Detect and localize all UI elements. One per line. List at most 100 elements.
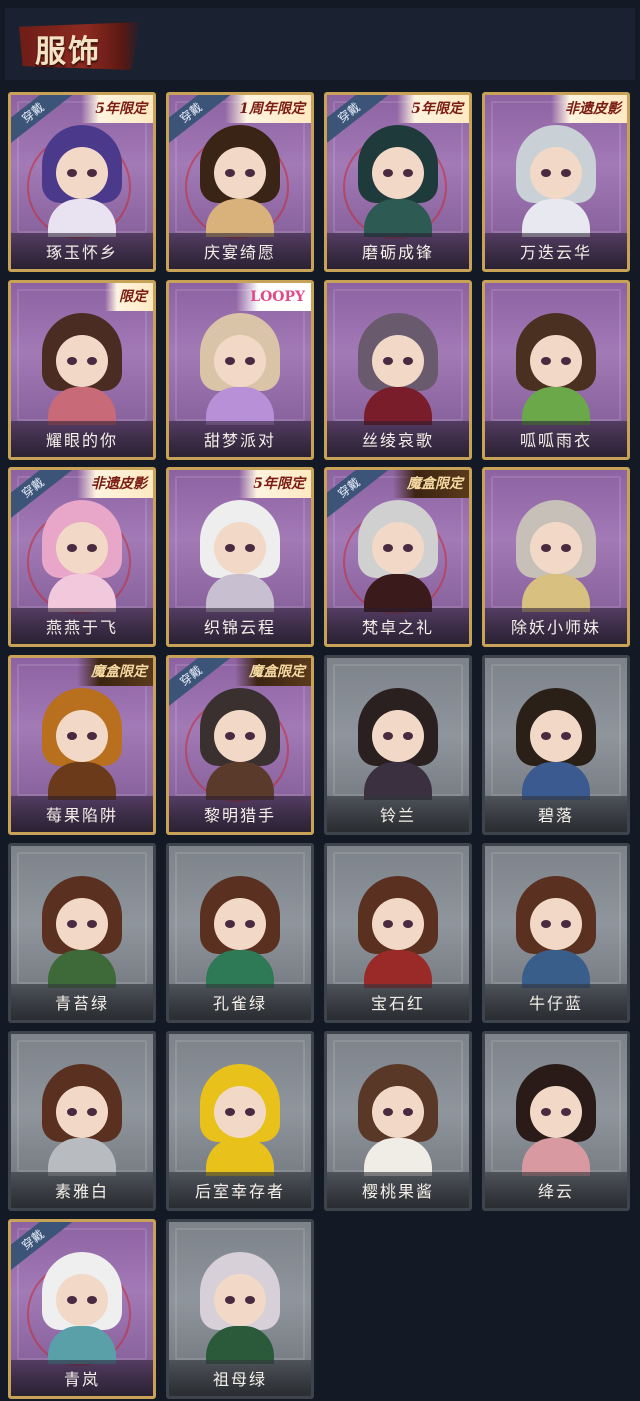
- outfit-name: 碧落: [485, 796, 627, 832]
- portrait-face: [214, 147, 266, 199]
- outfit-card[interactable]: 非遗皮影 万迭云华: [482, 92, 630, 272]
- outfit-card[interactable]: 牛仔蓝: [482, 843, 630, 1023]
- outfit-name: 织锦云程: [169, 608, 311, 644]
- character-portrait: [192, 1064, 288, 1176]
- portrait-eye: [225, 920, 235, 928]
- portrait-face: [372, 147, 424, 199]
- limited-badge: 5年限定: [81, 95, 153, 123]
- portrait-eye: [383, 732, 393, 740]
- portrait-face: [372, 898, 424, 950]
- portrait-outfit: [206, 950, 274, 988]
- outfit-name: 铃兰: [327, 796, 469, 832]
- limited-badge: 5年限定: [239, 470, 311, 498]
- outfit-card[interactable]: 丝绫哀歌: [324, 280, 472, 460]
- portrait-eye: [561, 732, 571, 740]
- portrait-face: [372, 710, 424, 762]
- outfit-card[interactable]: 铃兰: [324, 655, 472, 835]
- character-portrait: [34, 876, 130, 988]
- limited-badge: 1周年限定: [225, 95, 311, 123]
- portrait-outfit: [48, 1326, 116, 1364]
- portrait-face: [56, 147, 108, 199]
- portrait-eye: [67, 1296, 77, 1304]
- outfit-card[interactable]: 1周年限定 穿戴 庆宴绮愿: [166, 92, 314, 272]
- portrait-face: [214, 710, 266, 762]
- character-portrait: [508, 1064, 604, 1176]
- portrait-eye: [403, 544, 413, 552]
- outfit-name: 丝绫哀歌: [327, 421, 469, 457]
- outfit-name: 绛云: [485, 1172, 627, 1208]
- character-portrait: [192, 125, 288, 237]
- portrait-eye: [383, 544, 393, 552]
- outfit-name: 黎明猎手: [169, 796, 311, 832]
- outfit-card[interactable]: 除妖小师妹: [482, 467, 630, 647]
- character-portrait: [34, 1252, 130, 1364]
- outfit-card[interactable]: 宝石红: [324, 843, 472, 1023]
- portrait-eye: [403, 169, 413, 177]
- portrait-eye: [403, 1108, 413, 1116]
- portrait-face: [372, 1086, 424, 1138]
- portrait-eye: [225, 357, 235, 365]
- portrait-eye: [67, 1108, 77, 1116]
- limited-badge: 魔盒限定: [235, 658, 311, 686]
- character-portrait: [192, 500, 288, 612]
- portrait-eye: [541, 920, 551, 928]
- portrait-face: [530, 522, 582, 574]
- outfit-card[interactable]: 5年限定 穿戴 磨砺成锋: [324, 92, 472, 272]
- outfit-name: 青苔绿: [11, 984, 153, 1020]
- portrait-face: [214, 522, 266, 574]
- portrait-eye: [245, 544, 255, 552]
- outfit-card[interactable]: 魔盒限定 穿戴 黎明猎手: [166, 655, 314, 835]
- portrait-outfit: [48, 950, 116, 988]
- outfit-name: 孔雀绿: [169, 984, 311, 1020]
- portrait-outfit: [364, 1138, 432, 1176]
- outfit-card[interactable]: 5年限定 穿戴 琢玉怀乡: [8, 92, 156, 272]
- outfit-name: 耀眼的你: [11, 421, 153, 457]
- character-portrait: [34, 313, 130, 425]
- outfit-card[interactable]: 5年限定织锦云程: [166, 467, 314, 647]
- outfit-name: 樱桃果酱: [327, 1172, 469, 1208]
- limited-badge: LOOPY: [236, 283, 311, 311]
- portrait-eye: [541, 169, 551, 177]
- outfit-card[interactable]: 呱呱雨衣: [482, 280, 630, 460]
- outfit-card[interactable]: LOOPY 甜梦派对: [166, 280, 314, 460]
- outfit-card[interactable]: 魔盒限定 穿戴 梵卓之礼: [324, 467, 472, 647]
- outfit-name: 素雅白: [11, 1172, 153, 1208]
- outfit-card[interactable]: 樱桃果酱: [324, 1031, 472, 1211]
- outfit-card[interactable]: 魔盒限定 莓果陷阱: [8, 655, 156, 835]
- portrait-eye: [245, 1108, 255, 1116]
- portrait-outfit: [522, 199, 590, 237]
- outfit-card[interactable]: 绛云: [482, 1031, 630, 1211]
- portrait-eye: [67, 544, 77, 552]
- outfit-name: 宝石红: [327, 984, 469, 1020]
- portrait-eye: [225, 1296, 235, 1304]
- outfit-name: 后室幸存者: [169, 1172, 311, 1208]
- portrait-face: [56, 1274, 108, 1326]
- outfit-card[interactable]: 穿戴 青岚: [8, 1219, 156, 1399]
- character-portrait: [508, 125, 604, 237]
- outfit-name: 万迭云华: [485, 233, 627, 269]
- portrait-eye: [87, 732, 97, 740]
- portrait-outfit: [522, 762, 590, 800]
- outfit-name: 呱呱雨衣: [485, 421, 627, 457]
- portrait-eye: [541, 357, 551, 365]
- outfit-card[interactable]: 后室幸存者: [166, 1031, 314, 1211]
- portrait-eye: [561, 357, 571, 365]
- outfit-card[interactable]: 碧落: [482, 655, 630, 835]
- limited-badge: 魔盒限定: [393, 470, 469, 498]
- portrait-eye: [67, 169, 77, 177]
- outfit-name: 庆宴绮愿: [169, 233, 311, 269]
- portrait-face: [530, 147, 582, 199]
- portrait-eye: [561, 169, 571, 177]
- portrait-face: [56, 898, 108, 950]
- character-portrait: [350, 313, 446, 425]
- outfit-card[interactable]: 青苔绿: [8, 843, 156, 1023]
- outfit-card[interactable]: 祖母绿: [166, 1219, 314, 1399]
- portrait-outfit: [364, 762, 432, 800]
- outfit-card[interactable]: 限定 耀眼的你: [8, 280, 156, 460]
- outfit-card[interactable]: 孔雀绿: [166, 843, 314, 1023]
- outfit-card[interactable]: 素雅白: [8, 1031, 156, 1211]
- portrait-outfit: [364, 387, 432, 425]
- portrait-eye: [245, 1296, 255, 1304]
- portrait-face: [214, 898, 266, 950]
- outfit-card[interactable]: 非遗皮影 穿戴 燕燕于飞: [8, 467, 156, 647]
